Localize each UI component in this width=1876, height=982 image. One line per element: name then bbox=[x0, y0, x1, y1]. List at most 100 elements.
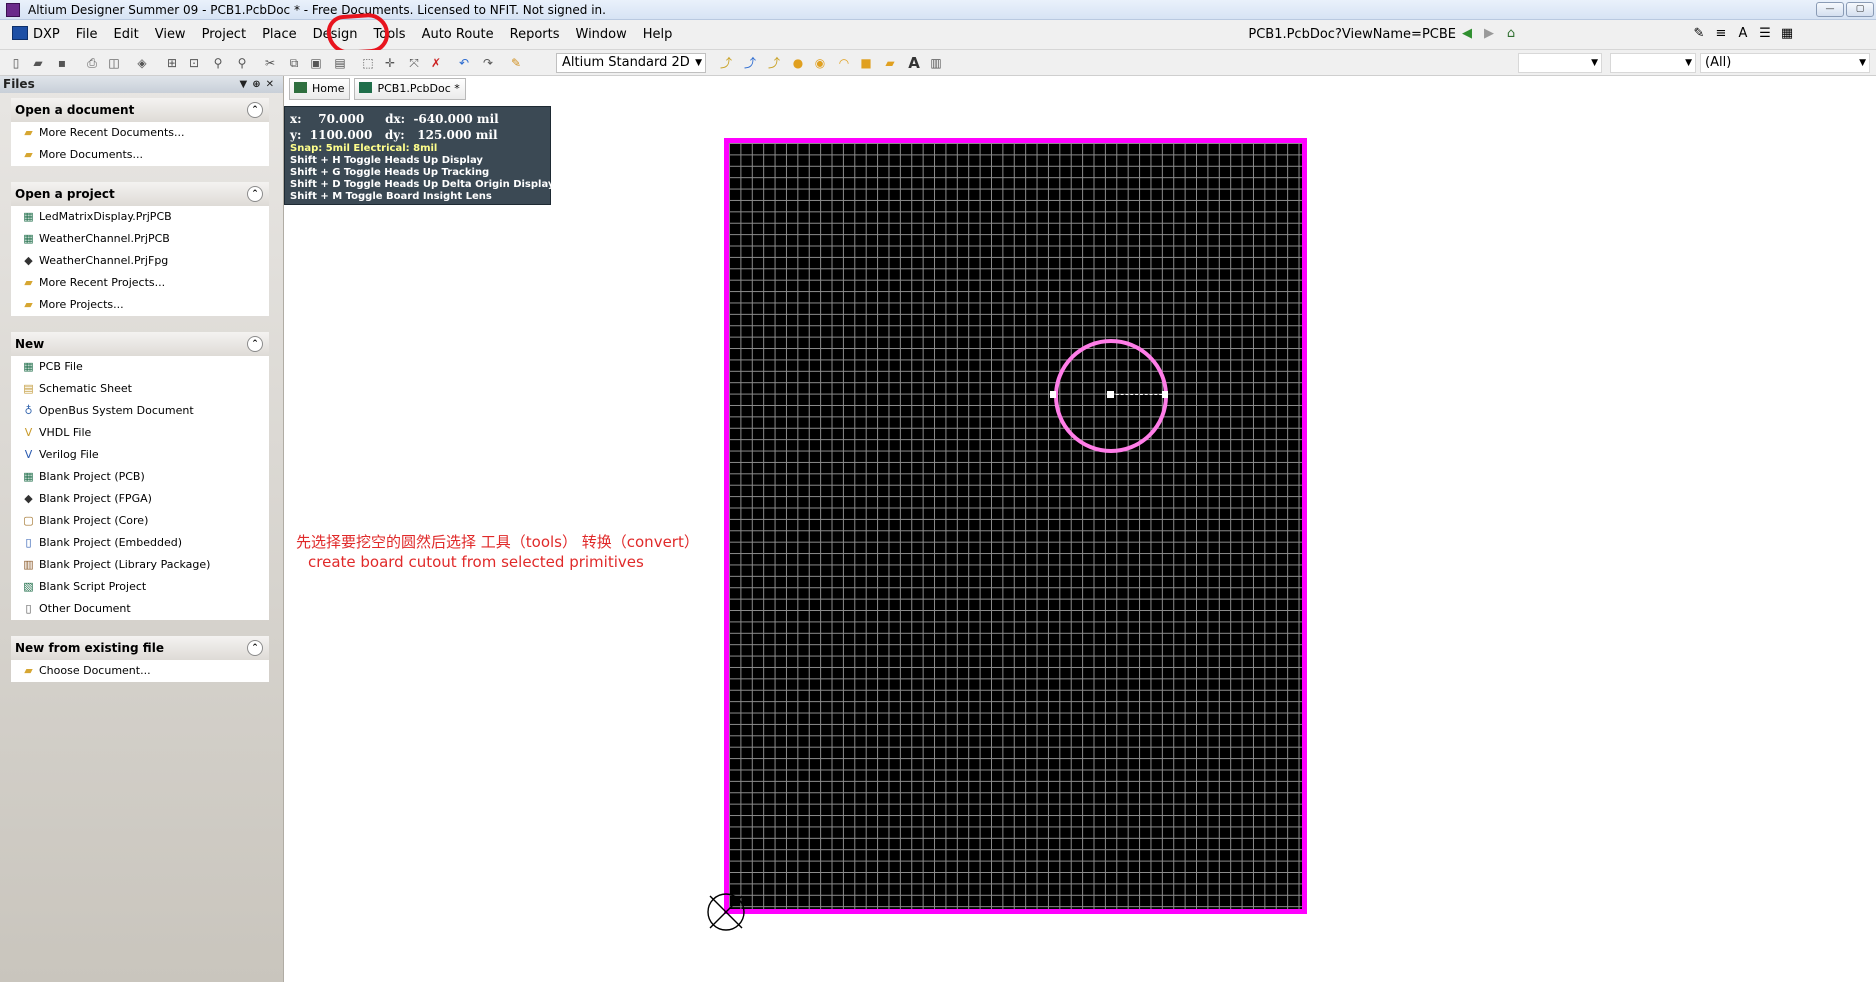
view-mode-select[interactable]: Altium Standard 2D ▼ bbox=[556, 53, 706, 73]
net-filter-select[interactable]: ▼ bbox=[1518, 53, 1602, 73]
forward-arrow-icon[interactable]: ▶ bbox=[1480, 26, 1498, 42]
list-item-new-pcb-file[interactable]: ▦ PCB File bbox=[11, 356, 269, 378]
menu-reports[interactable]: Reports bbox=[502, 24, 568, 46]
list-item-project[interactable]: ▦ WeatherChannel.PrjPCB bbox=[11, 228, 269, 250]
menu-file[interactable]: File bbox=[68, 24, 106, 46]
list-item-choose-document[interactable]: ▰ Choose Document... bbox=[11, 660, 269, 682]
list-item-more-recent-projects[interactable]: ▰ More Recent Projects... bbox=[11, 272, 269, 294]
list-item-other-document[interactable]: ▯ Other Document bbox=[11, 598, 269, 620]
rubber-stamp-icon[interactable]: ▤ bbox=[332, 55, 348, 71]
list-item-project[interactable]: ▦ LedMatrixDisplay.PrjPCB bbox=[11, 206, 269, 228]
select-area-icon[interactable]: ⬚ bbox=[360, 55, 376, 71]
list-item-blank-project-pcb[interactable]: ▦ Blank Project (PCB) bbox=[11, 466, 269, 488]
save-icon[interactable]: ▪ bbox=[54, 55, 70, 71]
component-filter-select[interactable]: ▼ bbox=[1610, 53, 1696, 73]
menu-place[interactable]: Place bbox=[254, 24, 305, 46]
list-item-new-openbus[interactable]: ♁ OpenBus System Document bbox=[11, 400, 269, 422]
circle-center-handle[interactable] bbox=[1107, 391, 1114, 398]
menu-edit[interactable]: Edit bbox=[106, 24, 147, 46]
new-document-icon[interactable]: ▯ bbox=[8, 55, 24, 71]
menu-tools[interactable]: Tools bbox=[366, 24, 414, 46]
collapse-icon[interactable]: ⌃ bbox=[247, 336, 263, 352]
print-preview-icon[interactable]: ◫ bbox=[106, 55, 122, 71]
open-folder-icon: ▰ bbox=[24, 664, 33, 677]
deselect-icon[interactable]: ✗ bbox=[428, 55, 444, 71]
list-item-project[interactable]: ◆ WeatherChannel.PrjFpg bbox=[11, 250, 269, 272]
list-item-blank-project-library[interactable]: ▥ Blank Project (Library Package) bbox=[11, 554, 269, 576]
annotation-line-2: create board cutout from selected primit… bbox=[308, 553, 644, 571]
menu-design[interactable]: Design bbox=[305, 24, 366, 46]
undo-icon[interactable]: ↶ bbox=[456, 55, 472, 71]
string-text-icon[interactable]: A bbox=[906, 55, 922, 71]
cut-icon[interactable]: ✂ bbox=[262, 55, 278, 71]
list-item-blank-script-project[interactable]: ▧ Blank Script Project bbox=[11, 576, 269, 598]
arc-icon[interactable]: ◠ bbox=[836, 55, 852, 71]
close-icon[interactable]: ✕ bbox=[266, 79, 279, 90]
schematic-icon: ▤ bbox=[23, 382, 34, 395]
list-item-blank-project-fpga[interactable]: ◆ Blank Project (FPGA) bbox=[11, 488, 269, 510]
home-icon bbox=[294, 82, 307, 93]
list-item-new-vhdl[interactable]: V VHDL File bbox=[11, 422, 269, 444]
back-arrow-icon[interactable]: ◀ bbox=[1458, 26, 1476, 42]
menu-dxp[interactable]: DXP bbox=[4, 24, 68, 46]
collapse-icon[interactable]: ⌃ bbox=[247, 186, 263, 202]
layer-stack-icon[interactable]: ◈ bbox=[134, 55, 150, 71]
paste-icon[interactable]: ▣ bbox=[308, 55, 324, 71]
section-new: New ⌃ ▦ PCB File ▤ Schematic Sheet ♁ OpenBu… bbox=[11, 332, 269, 620]
pin-icon[interactable]: ⊕ bbox=[252, 79, 265, 90]
component-icon[interactable]: ▥ bbox=[928, 55, 944, 71]
zoom-fit-icon[interactable]: ⊞ bbox=[164, 55, 180, 71]
route-icon[interactable]: ✎ bbox=[1690, 26, 1708, 42]
layer-icon[interactable]: ☰ bbox=[1756, 26, 1774, 42]
list-item-blank-project-core[interactable]: ▢ Blank Project (Core) bbox=[11, 510, 269, 532]
heads-up-display: x: 70.000 dx: -640.000 mil y: 1100.000 d… bbox=[284, 106, 554, 205]
list-item-new-schematic[interactable]: ▤ Schematic Sheet bbox=[11, 378, 269, 400]
menu-view[interactable]: View bbox=[147, 24, 194, 46]
list-item-blank-project-embedded[interactable]: ▯ Blank Project (Embedded) bbox=[11, 532, 269, 554]
section-title: Open a project ⌃ bbox=[11, 182, 269, 206]
menu-window[interactable]: Window bbox=[568, 24, 635, 46]
pcb-board-outline[interactable] bbox=[724, 138, 1307, 914]
list-item-more-projects[interactable]: ▰ More Projects... bbox=[11, 294, 269, 316]
menu-help[interactable]: Help bbox=[635, 24, 681, 46]
fill-icon[interactable]: ■ bbox=[858, 55, 874, 71]
multi-route-icon[interactable]: ⤴ bbox=[766, 55, 782, 71]
via-icon[interactable]: ◉ bbox=[812, 55, 828, 71]
minimize-button[interactable]: — bbox=[1816, 2, 1844, 17]
menu-auto-route[interactable]: Auto Route bbox=[414, 24, 502, 46]
select-connection-icon[interactable]: ⤧ bbox=[406, 55, 422, 71]
tab-home[interactable]: Home bbox=[289, 78, 351, 100]
pencil-icon[interactable]: ✎ bbox=[508, 55, 524, 71]
menu-bar: DXP File Edit View Project Place Design … bbox=[0, 20, 1876, 50]
print-icon[interactable]: ⎙ bbox=[84, 55, 100, 71]
maximize-button[interactable]: ▢ bbox=[1846, 2, 1874, 17]
diff-pair-route-icon[interactable]: ⤴ bbox=[742, 55, 758, 71]
move-icon[interactable]: ✛ bbox=[382, 55, 398, 71]
list-item-more-recent-documents[interactable]: ▰ More Recent Documents... bbox=[11, 122, 269, 144]
circle-left-handle[interactable] bbox=[1050, 391, 1056, 398]
zoom-select-icon[interactable]: ⚲ bbox=[210, 55, 226, 71]
menu-project[interactable]: Project bbox=[194, 24, 254, 46]
interactive-route-icon[interactable]: ⤴ bbox=[718, 55, 734, 71]
text-tool-icon[interactable]: A bbox=[1734, 26, 1752, 42]
list-item-new-verilog[interactable]: V Verilog File bbox=[11, 444, 269, 466]
pad-icon[interactable]: ● bbox=[790, 55, 806, 71]
redo-icon[interactable]: ↷ bbox=[480, 55, 496, 71]
verilog-icon: V bbox=[24, 448, 33, 461]
polygon-icon[interactable]: ▰ bbox=[882, 55, 898, 71]
window-tile-icon[interactable]: ▦ bbox=[1778, 26, 1796, 42]
zoom-area-icon[interactable]: ⊡ bbox=[186, 55, 202, 71]
list-item-more-documents[interactable]: ▰ More Documents... bbox=[11, 144, 269, 166]
tab-pcb1-pcbdoc[interactable]: PCB1.PcbDoc * bbox=[354, 78, 466, 100]
circle-right-handle[interactable] bbox=[1162, 391, 1168, 398]
panel-menu-icon[interactable]: ▼ bbox=[240, 79, 253, 90]
zoom-previous-icon[interactable]: ⚲ bbox=[234, 55, 250, 71]
view-name-field[interactable]: PCB1.PcbDoc?ViewName=PCBE bbox=[1248, 27, 1456, 42]
home-nav-icon[interactable]: ⌂ bbox=[1502, 26, 1520, 42]
copy-icon[interactable]: ⧉ bbox=[286, 55, 302, 71]
collapse-icon[interactable]: ⌃ bbox=[247, 102, 263, 118]
collapse-icon[interactable]: ⌃ bbox=[247, 640, 263, 656]
align-icon[interactable]: ≡ bbox=[1712, 26, 1730, 42]
filter-all-select[interactable]: (All) ▼ bbox=[1700, 53, 1870, 73]
open-folder-icon[interactable]: ▰ bbox=[30, 55, 46, 71]
